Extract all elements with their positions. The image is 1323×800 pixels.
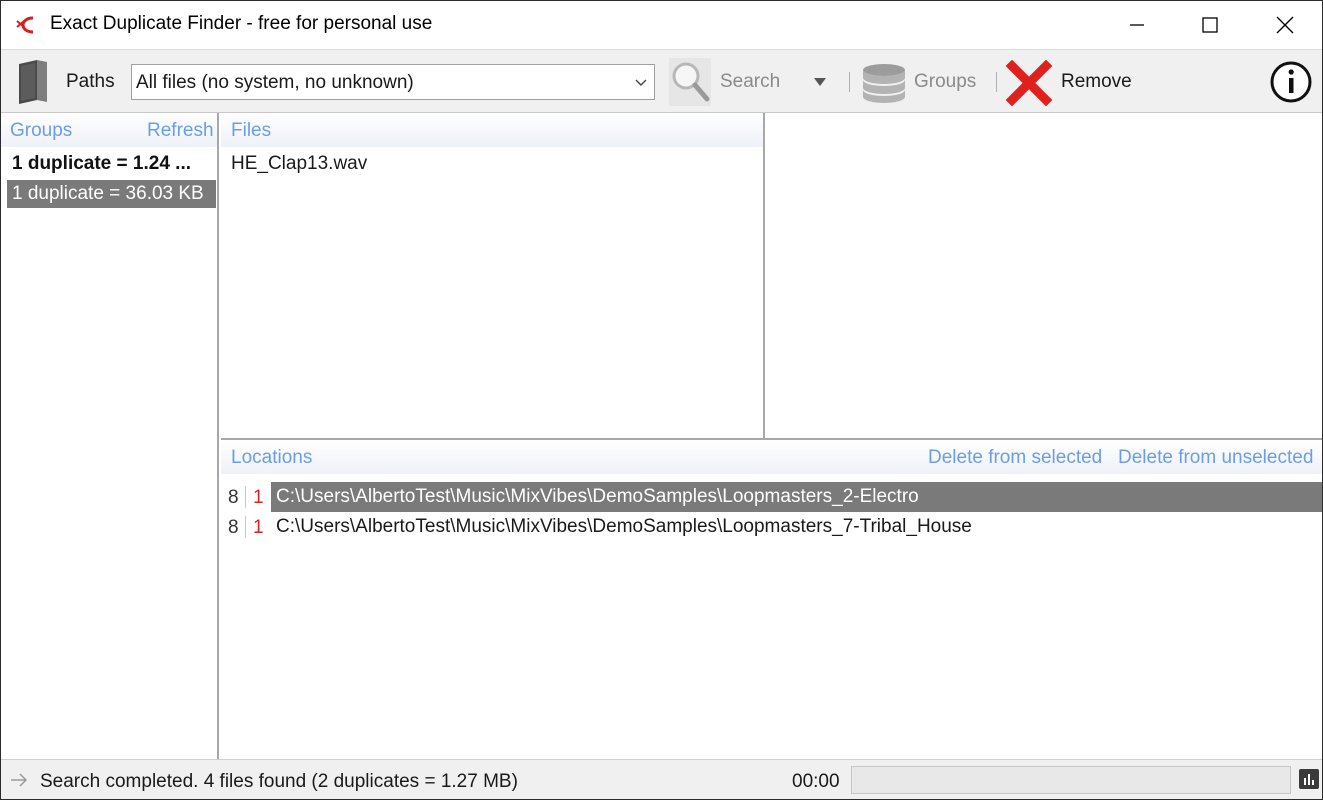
toolbar-separator (996, 72, 997, 92)
files-panel: Files HE_Clap13.wav (221, 113, 765, 438)
progress-bar (851, 766, 1291, 794)
window-title: Exact Duplicate Finder - free for person… (50, 13, 433, 34)
group-item-label: 1 duplicate = 36.03 KB (12, 183, 204, 204)
status-bar: Search completed. 4 files found (2 dupli… (1, 759, 1322, 799)
location-index: 1 (253, 517, 264, 538)
file-filter-value: All files (no system, no unknown) (136, 72, 414, 93)
paths-button[interactable]: Paths (66, 71, 115, 93)
red-x-icon[interactable] (1006, 60, 1052, 106)
location-divider (245, 486, 246, 508)
location-index: 1 (253, 487, 264, 508)
database-icon[interactable] (861, 62, 907, 104)
delete-from-unselected-link[interactable]: Delete from unselected (1118, 447, 1313, 469)
location-path: C:\Users\AlbertoTest\Music\MixVibes\Demo… (276, 516, 972, 537)
groups-panel: Groups Refresh 1 duplicate = 1.24 ... 1 … (1, 113, 219, 759)
groups-header-label: Groups (10, 120, 73, 141)
title-bar: Exact Duplicate Finder - free for person… (1, 1, 1322, 49)
maximize-icon (1202, 17, 1218, 33)
location-count: 8 (228, 487, 239, 508)
location-row-selected[interactable]: 8 1 C:\Users\AlbertoTest\Music\MixVibes\… (221, 482, 1322, 512)
files-header-label: Files (231, 120, 272, 141)
remove-button[interactable]: Remove (1061, 71, 1132, 93)
location-path: C:\Users\AlbertoTest\Music\MixVibes\Demo… (271, 482, 1322, 512)
maximize-button[interactable] (1173, 1, 1247, 49)
close-button[interactable] (1248, 1, 1322, 49)
info-icon[interactable] (1269, 60, 1313, 104)
close-icon (1276, 16, 1294, 34)
group-item[interactable]: 1 duplicate = 1.24 ... (7, 150, 216, 178)
search-dropdown-icon[interactable] (812, 76, 828, 88)
locations-header-label: Locations (231, 447, 313, 468)
location-row[interactable]: 8 1 C:\Users\AlbertoTest\Music\MixVibes\… (221, 512, 1322, 542)
groups-header: Groups Refresh (1, 113, 217, 147)
locations-header: Locations Delete from selected Delete fr… (221, 440, 1322, 474)
magnifier-icon (672, 62, 710, 102)
locations-panel: Locations Delete from selected Delete fr… (221, 438, 1322, 759)
app-window: Exact Duplicate Finder - free for person… (0, 0, 1323, 800)
search-button[interactable]: Search (720, 71, 780, 93)
file-filter-select[interactable]: All files (no system, no unknown) (131, 64, 655, 100)
app-logo-icon (16, 16, 34, 34)
location-count: 8 (228, 517, 239, 538)
arrow-right-icon (11, 773, 28, 787)
search-icon-button[interactable] (669, 58, 711, 106)
group-item-label: 1 duplicate = 1.24 ... (12, 153, 191, 174)
files-header: Files (221, 113, 763, 147)
groups-button[interactable]: Groups (914, 71, 976, 93)
status-message: Search completed. 4 files found (2 dupli… (40, 771, 518, 792)
toolbar-separator (849, 72, 850, 92)
minimize-button[interactable] (1100, 1, 1174, 49)
group-item-selected[interactable]: 1 duplicate = 36.03 KB (7, 180, 216, 208)
toolbar: Paths All files (no system, no unknown) … (1, 49, 1322, 113)
file-item[interactable]: HE_Clap13.wav (231, 153, 367, 175)
chevron-down-icon (635, 79, 647, 86)
refresh-link[interactable]: Refresh (147, 120, 214, 142)
elapsed-time: 00:00 (792, 771, 840, 792)
location-divider (245, 516, 246, 538)
delete-from-selected-link[interactable]: Delete from selected (928, 447, 1102, 469)
preview-panel (767, 113, 1322, 438)
book-icon[interactable] (15, 58, 51, 106)
bar-chart-icon[interactable] (1299, 769, 1319, 789)
minimize-icon (1130, 24, 1144, 26)
